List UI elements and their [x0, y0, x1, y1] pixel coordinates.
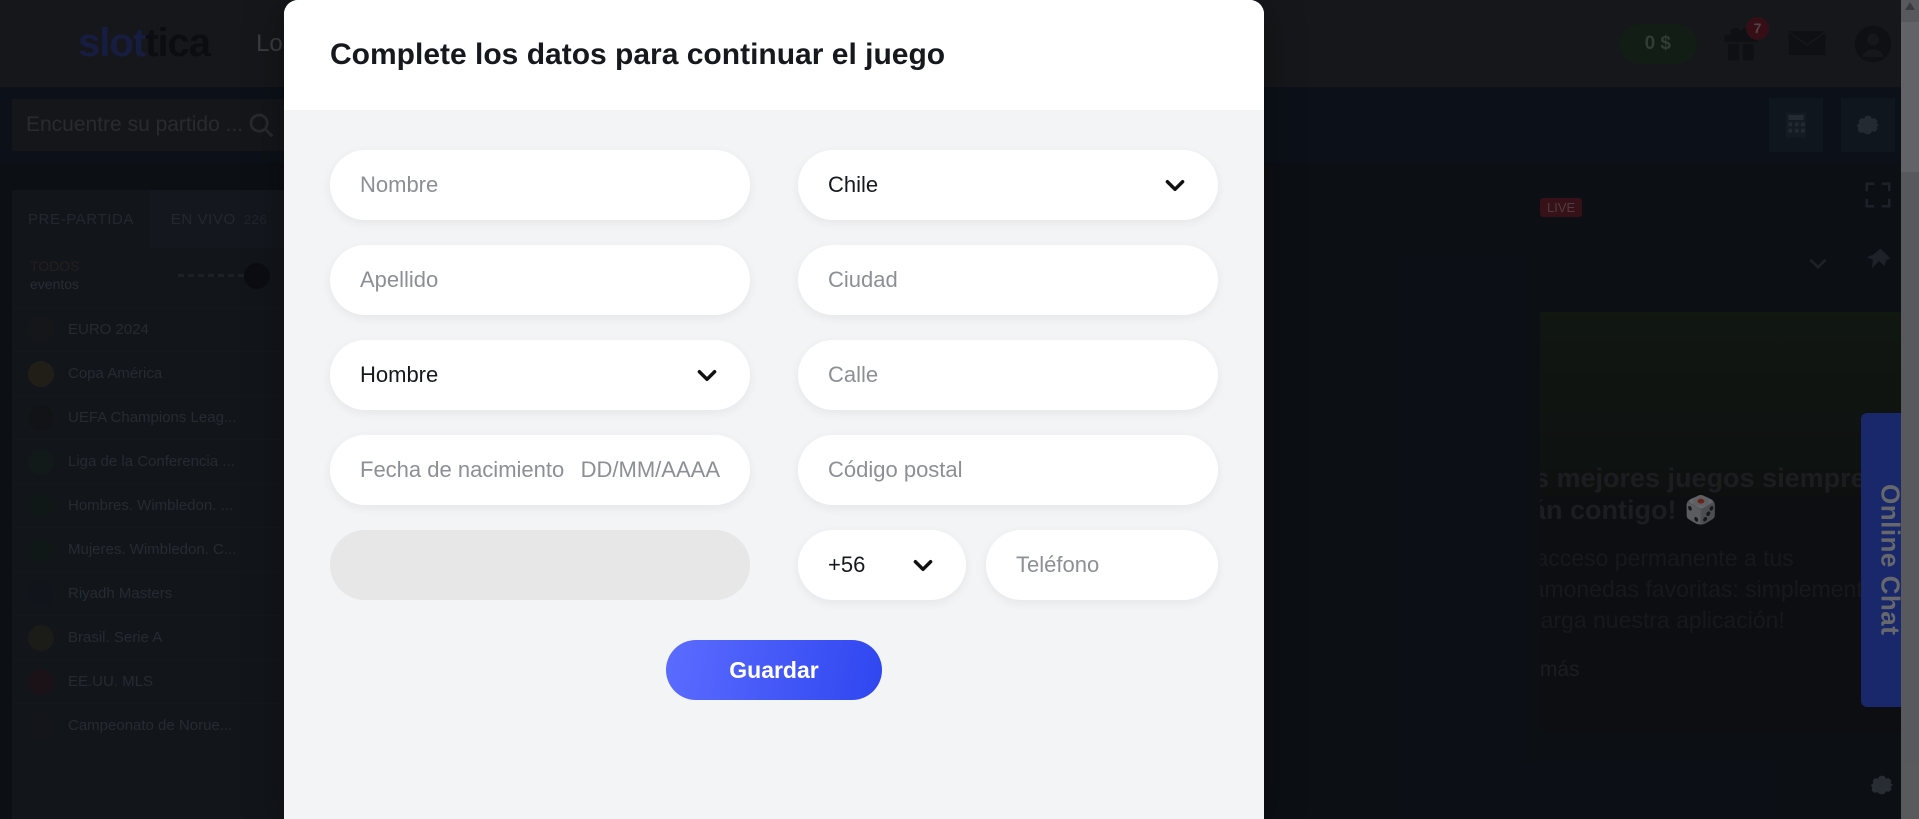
page-title: Complete los datos para continuar el jue… [330, 38, 946, 71]
calle-placeholder: Calle [828, 362, 879, 387]
codigo-postal-field[interactable]: Código postal [798, 435, 1218, 505]
prefijo-value: +56 [828, 552, 866, 577]
genero-value: Hombre [360, 362, 439, 387]
nombre-placeholder: Nombre [360, 172, 439, 197]
ciudad-placeholder: Ciudad [828, 267, 898, 292]
telefono-placeholder: Teléfono [1016, 552, 1100, 577]
disabled-field [330, 530, 750, 600]
phone-row: +56 Teléfono [798, 530, 1218, 600]
pais-value: Chile [828, 172, 879, 197]
nombre-field[interactable]: Nombre [330, 150, 750, 220]
modal-body: Nombre Chile Apellido Ciudad Hombre Call… [284, 110, 1264, 700]
chevron-down-icon [1162, 172, 1188, 198]
save-button[interactable]: Guardar [666, 640, 882, 700]
ciudad-field[interactable]: Ciudad [798, 245, 1218, 315]
genero-select[interactable]: Hombre [330, 340, 750, 410]
profile-form-grid: Nombre Chile Apellido Ciudad Hombre Call… [330, 150, 1218, 600]
calle-field[interactable]: Calle [798, 340, 1218, 410]
codigo-postal-placeholder: Código postal [828, 457, 963, 482]
apellido-placeholder: Apellido [360, 267, 439, 292]
profile-completion-modal: Complete los datos para continuar el jue… [284, 0, 1264, 819]
prefijo-select[interactable]: +56 [798, 530, 966, 600]
modal-actions: Guardar [330, 640, 1218, 700]
chevron-down-icon [910, 552, 936, 578]
fecha-nacimiento-format-hint: DD/MM/AAAA [580, 457, 720, 482]
fecha-nacimiento-placeholder: Fecha de nacimiento [360, 457, 565, 482]
screen: slottica Los 0 $ 7 Encuentre su partido … [0, 0, 1919, 819]
chevron-down-icon [694, 362, 720, 388]
modal-header: Complete los datos para continuar el jue… [284, 0, 1264, 110]
pais-select[interactable]: Chile [798, 150, 1218, 220]
fecha-nacimiento-field[interactable]: Fecha de nacimiento DD/MM/AAAA [330, 435, 750, 505]
apellido-field[interactable]: Apellido [330, 245, 750, 315]
telefono-field[interactable]: Teléfono [986, 530, 1218, 600]
